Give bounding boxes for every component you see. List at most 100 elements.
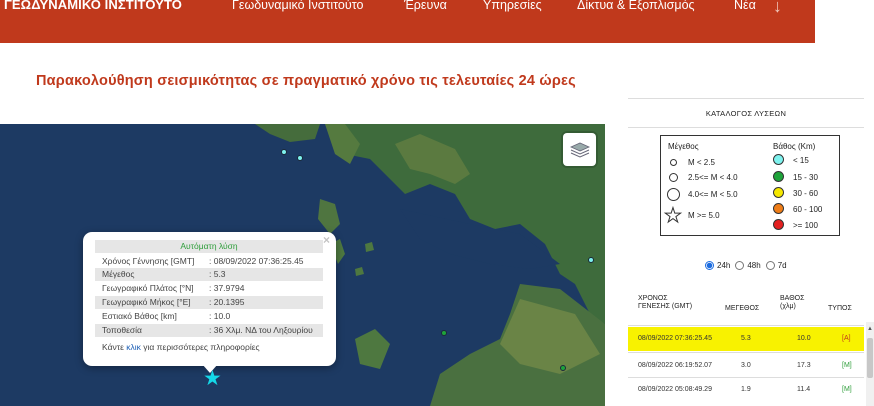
event-marker[interactable] xyxy=(588,257,594,263)
depth-color-icon xyxy=(773,187,784,198)
cell-time: 08/09/2022 07:36:25.45 xyxy=(638,335,712,342)
legend-depth-header: Βάθος (Km) xyxy=(773,142,816,151)
magnitude-small-icon xyxy=(670,159,677,166)
popup-row-value: : 5.3 xyxy=(209,269,226,279)
cell-type: [A] xyxy=(842,335,851,342)
table-divider xyxy=(628,352,864,353)
event-marker[interactable] xyxy=(441,330,447,336)
popup-row-label: Τοποθεσία xyxy=(102,325,142,335)
popup-row-label: Μέγεθος xyxy=(102,269,135,279)
layers-control-button[interactable] xyxy=(563,133,596,166)
column-header-time[interactable]: ΧΡΟΝΟΣ ΓΕΝΕΣΗΣ (GMT) xyxy=(638,295,692,311)
column-header-text: ΧΡΟΝΟΣ xyxy=(638,295,668,302)
popup-row: Γεωγραφικό Μήκος [°E] : 20.1395 xyxy=(95,296,323,309)
popup-footer-text: Κάντε xyxy=(102,342,127,352)
column-header-text: ΒΑΘΟΣ xyxy=(780,295,805,302)
popup-row: Εστιακό Βάθος [km] : 10.0 xyxy=(95,310,323,323)
legend-magnitude-header: Μέγεθος xyxy=(668,142,699,151)
legend-magnitude-label: 2.5<= M < 4.0 xyxy=(688,173,738,182)
column-header-text: (χλμ) xyxy=(780,303,796,310)
legend-magnitude-label: M < 2.5 xyxy=(688,158,715,167)
legend-depth-label: 30 - 60 xyxy=(793,189,818,198)
period-selector: 24h 48h 7d xyxy=(705,261,787,270)
radio-label: 24h xyxy=(717,261,731,270)
table-row[interactable]: 08/09/2022 06:19:52.07 3.0 17.3 [M] xyxy=(628,354,864,378)
nav-item-services[interactable]: Υπηρεσίες xyxy=(483,0,542,12)
legend-box: Μέγεθος Βάθος (Km) M < 2.5 2.5<= M < 4.0… xyxy=(660,135,840,236)
event-marker[interactable] xyxy=(281,149,287,155)
nav-item-research[interactable]: Έρευνα xyxy=(404,0,447,12)
cell-magnitude: 3.0 xyxy=(741,362,751,369)
radio-7d[interactable] xyxy=(765,261,775,270)
popup-row: Τοποθεσία : 36 Χλμ. ΝΔ του Ληξουρίου xyxy=(95,324,323,337)
column-header-type[interactable]: ΤΥΠΟΣ xyxy=(828,305,852,313)
main-event-star-icon[interactable]: ★ xyxy=(203,368,222,389)
popup-row-label: Χρόνος Γέννησης [GMT] xyxy=(102,256,195,266)
depth-color-icon xyxy=(773,171,784,182)
event-info-popup: × Αυτόματη λύση Χρόνος Γέννησης [GMT] : … xyxy=(83,232,336,366)
nav-item-institute[interactable]: Γεωδυναμικό Ινστιτούτο xyxy=(232,0,363,12)
popup-row: Γεωγραφικό Πλάτος [°N] : 37.9794 xyxy=(95,282,323,295)
table-row[interactable]: 08/09/2022 05:08:49.29 1.9 11.4 [M] xyxy=(628,378,864,402)
radio-24h[interactable] xyxy=(705,261,714,270)
popup-footer-text: για περισσότερες πληροφορίες xyxy=(140,342,260,352)
depth-color-icon xyxy=(773,203,784,214)
nav-item-news[interactable]: Νέα xyxy=(734,0,756,12)
popup-row-label: Εστιακό Βάθος [km] xyxy=(102,311,177,321)
depth-color-icon xyxy=(773,219,784,230)
legend-depth-label: 60 - 100 xyxy=(793,205,823,214)
catalog-title: ΚΑΤΑΛΟΓΟΣ ΛΥΣΕΩΝ xyxy=(628,98,864,128)
popup-row-value: : 10.0 xyxy=(209,311,231,321)
popup-row: Μέγεθος : 5.3 xyxy=(95,268,323,281)
radio-label: 7d xyxy=(777,261,787,270)
layers-icon xyxy=(569,142,590,158)
close-icon[interactable]: × xyxy=(323,233,330,247)
legend-depth-label: 15 - 30 xyxy=(793,173,818,182)
down-arrow-icon[interactable]: ↓ xyxy=(773,0,782,17)
popup-row-label: Γεωγραφικό Πλάτος [°N] xyxy=(102,283,194,293)
radio-label: 48h xyxy=(747,261,761,270)
column-header-text: ΓΕΝΕΣΗΣ (GMT) xyxy=(638,303,693,310)
magnitude-medium-icon xyxy=(669,173,678,182)
popup-row-value: : 37.9794 xyxy=(209,283,245,293)
star-icon: ★ xyxy=(664,205,683,227)
cell-magnitude: 5.3 xyxy=(741,335,751,342)
legend-depth-label: < 15 xyxy=(793,156,809,165)
scroll-up-arrow-icon[interactable]: ▲ xyxy=(867,326,873,332)
scrollbar-thumb[interactable] xyxy=(867,338,873,378)
top-navigation-bar: ΓΕΩΔΥΝΑΜΙΚΟ ΙΝΣΤΙΤΟΥΤΟ Γεωδυναμικό Ινστι… xyxy=(0,0,815,43)
cell-depth: 11.4 xyxy=(797,386,811,393)
legend-magnitude-label: M >= 5.0 xyxy=(688,211,720,220)
magnitude-large-icon xyxy=(667,188,680,201)
popup-footer: Κάντε κλικ για περισσότερες πληροφορίες xyxy=(102,342,260,352)
column-header-magnitude[interactable]: ΜΕΓΕΘΟΣ xyxy=(725,305,759,313)
legend-depth-label: >= 100 xyxy=(793,221,818,230)
radio-48h[interactable] xyxy=(735,261,745,270)
cell-depth: 17.3 xyxy=(797,362,811,369)
popup-row-value: : 08/09/2022 07:36:25.45 xyxy=(209,256,304,266)
page-title: Παρακολούθηση σεισμικότητας σε πραγματικ… xyxy=(36,73,576,89)
cell-magnitude: 1.9 xyxy=(741,386,751,393)
event-marker[interactable] xyxy=(560,365,566,371)
popup-header: Αυτόματη λύση xyxy=(95,240,323,253)
depth-color-icon xyxy=(773,154,784,165)
site-logo-text[interactable]: ΓΕΩΔΥΝΑΜΙΚΟ ΙΝΣΤΙΤΟΥΤΟ xyxy=(4,0,182,12)
cell-time: 08/09/2022 06:19:52.07 xyxy=(638,362,712,369)
event-marker[interactable] xyxy=(297,155,303,161)
table-scrollbar[interactable]: ▲ xyxy=(866,322,874,406)
legend-magnitude-label: 4.0<= M < 5.0 xyxy=(688,190,738,199)
nav-item-networks[interactable]: Δίκτυα & Εξοπλισμός xyxy=(577,0,695,12)
popup-row-label: Γεωγραφικό Μήκος [°E] xyxy=(102,297,191,307)
cell-type: [M] xyxy=(842,386,852,393)
popup-row-value: : 20.1395 xyxy=(209,297,245,307)
cell-depth: 10.0 xyxy=(797,335,811,342)
catalog-panel: ΚΑΤΑΛΟΓΟΣ ΛΥΣΕΩΝ Μέγεθος Βάθος (Km) M < … xyxy=(628,98,864,406)
cell-type: [M] xyxy=(842,362,852,369)
table-divider xyxy=(628,325,864,326)
table-row[interactable]: 08/09/2022 07:36:25.45 5.3 10.0 [A] xyxy=(628,327,864,351)
column-header-depth[interactable]: ΒΑΘΟΣ (χλμ) xyxy=(780,295,804,311)
popup-row-value: : 36 Χλμ. ΝΔ του Ληξουρίου xyxy=(209,325,313,335)
popup-row: Χρόνος Γέννησης [GMT] : 08/09/2022 07:36… xyxy=(95,255,323,268)
more-info-link[interactable]: κλικ xyxy=(126,342,141,352)
cell-time: 08/09/2022 05:08:49.29 xyxy=(638,386,712,393)
